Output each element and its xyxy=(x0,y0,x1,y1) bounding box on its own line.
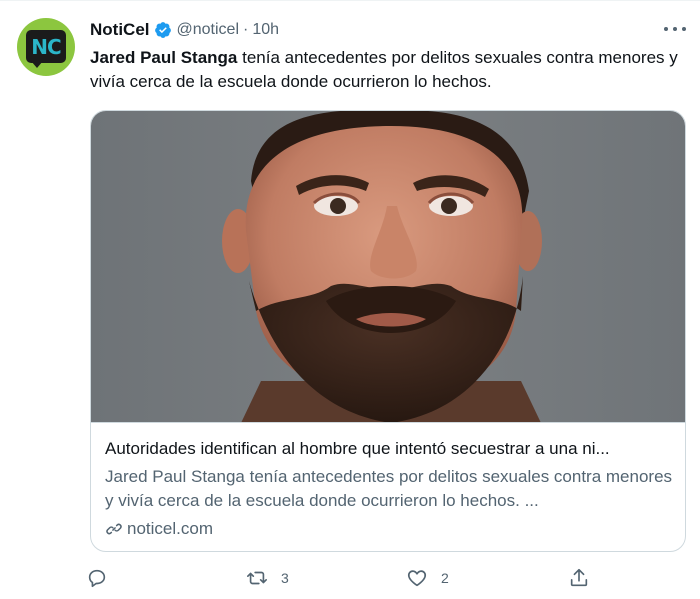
card-description: Jared Paul Stanga tenía antecedentes por… xyxy=(105,467,673,510)
tweet-text: Jared Paul Stanga tenía antecedentes por… xyxy=(90,46,680,94)
card-body: Autoridades identifican al hombre que in… xyxy=(91,423,685,541)
more-options-icon[interactable] xyxy=(664,21,686,37)
link-icon xyxy=(106,523,122,535)
tweet-text-bold: Jared Paul Stanga xyxy=(90,48,238,67)
link-card[interactable]: Autoridades identifican al hombre que in… xyxy=(90,110,686,552)
more-dot xyxy=(673,27,677,31)
avatar-logo-text: NC xyxy=(31,35,61,59)
handle[interactable]: @noticel xyxy=(177,21,240,39)
reply-icon xyxy=(88,569,106,588)
tweet[interactable]: NC NotiCel @noticel · 10h Jared Paul Sta… xyxy=(0,0,700,599)
retweet-icon xyxy=(247,571,267,585)
avatar[interactable]: NC xyxy=(17,18,75,76)
more-dot xyxy=(664,27,668,31)
tweet-header: NotiCel @noticel · 10h xyxy=(90,19,279,41)
card-domain-text: noticel.com xyxy=(127,519,213,538)
retweet-button[interactable]: 3 xyxy=(246,563,289,593)
separator-dot: · xyxy=(243,21,249,38)
card-title[interactable]: Autoridades identifican al hombre que in… xyxy=(105,437,675,461)
tweet-actions: 3 2 xyxy=(86,563,616,593)
retweet-count: 3 xyxy=(281,570,289,586)
card-domain[interactable]: noticel.com xyxy=(105,517,675,541)
like-button[interactable]: 2 xyxy=(406,563,449,593)
avatar-logo-tail xyxy=(31,61,43,68)
like-count: 2 xyxy=(441,570,449,586)
share-icon xyxy=(570,568,588,587)
heart-icon xyxy=(407,570,427,587)
display-name[interactable]: NotiCel xyxy=(90,20,150,40)
more-dot xyxy=(682,27,686,31)
timestamp[interactable]: 10h xyxy=(252,21,279,39)
card-image[interactable] xyxy=(91,111,685,423)
share-button[interactable] xyxy=(568,563,590,593)
mugshot-photo xyxy=(91,111,685,422)
verified-badge-icon xyxy=(154,22,171,38)
reply-button[interactable] xyxy=(86,563,108,593)
